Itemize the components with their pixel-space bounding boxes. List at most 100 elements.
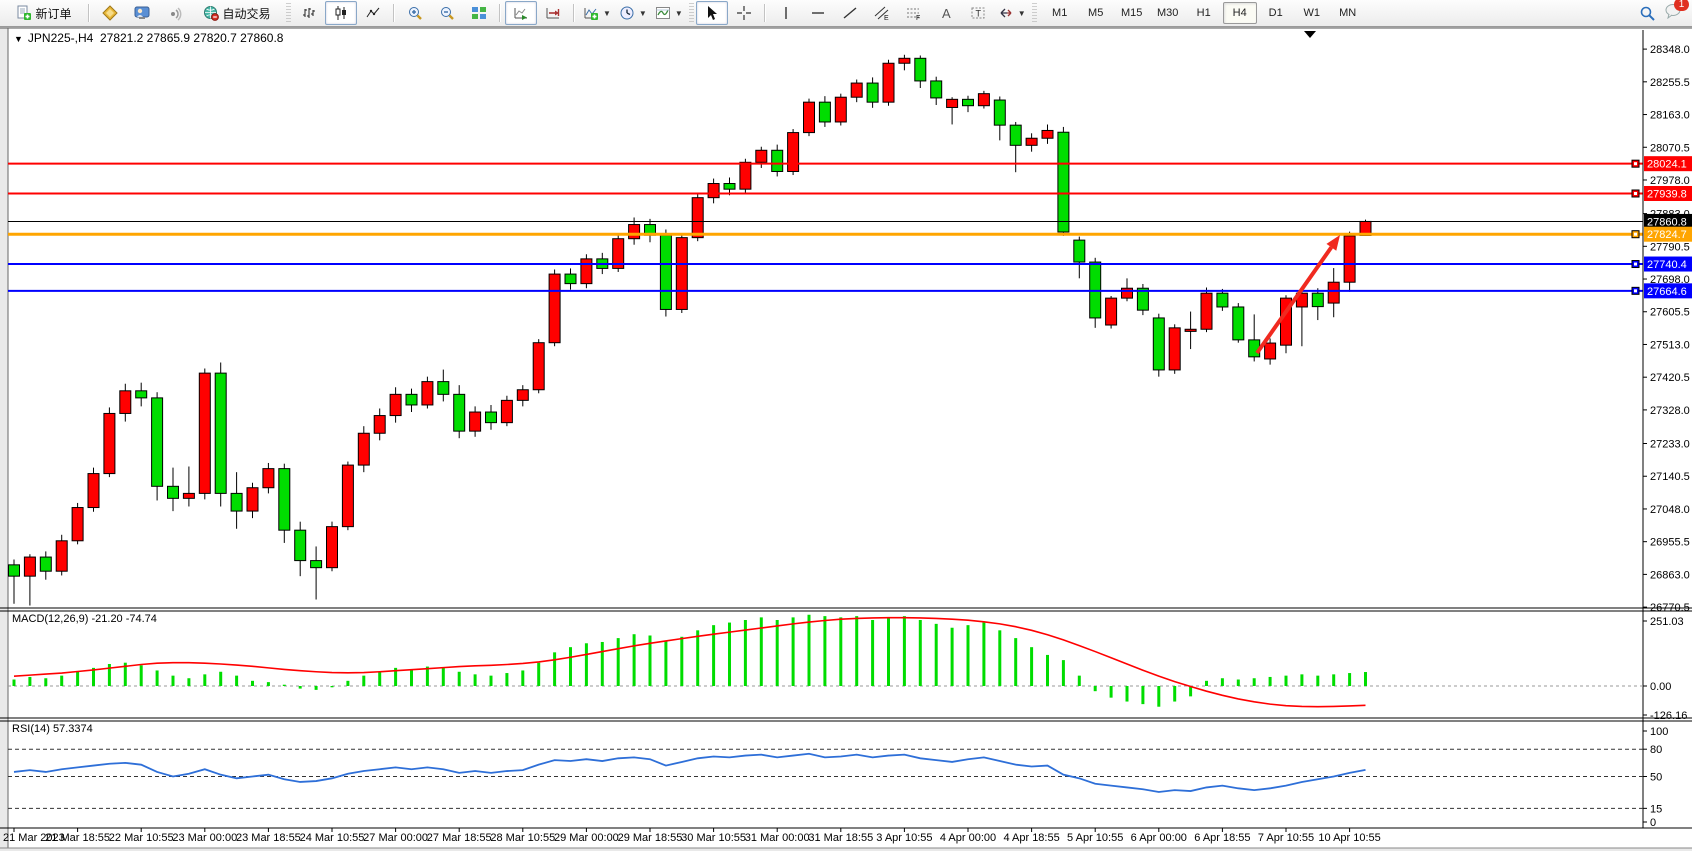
svg-text:15: 15 [1650, 803, 1662, 815]
horizontal-line-tool[interactable] [802, 1, 834, 25]
svg-text:31 Mar 00:00: 31 Mar 00:00 [745, 832, 810, 844]
label-tool[interactable]: T [962, 1, 994, 25]
crosshair-icon [736, 5, 752, 21]
auto-trading-button[interactable]: 自动交易 [190, 1, 284, 25]
svg-text:26770.5: 26770.5 [1650, 602, 1690, 614]
signal-icon [166, 5, 182, 21]
svg-text:27790.5: 27790.5 [1650, 241, 1690, 253]
svg-text:23 Mar 00:00: 23 Mar 00:00 [172, 832, 237, 844]
auto-scroll-button[interactable] [505, 1, 537, 25]
macd-indicator-label: MACD(12,26,9) -21.20 -74.74 [12, 613, 157, 625]
toolbar: 新订单 自动交易 ▼ ▼ ▼ E F A T ▼ M1M5M15M30H1H4D… [0, 0, 1692, 27]
svg-text:4 Apr 18:55: 4 Apr 18:55 [1003, 832, 1059, 844]
line-chart-button[interactable] [357, 1, 389, 25]
svg-text:27233.0: 27233.0 [1650, 439, 1690, 451]
svg-text:27978.0: 27978.0 [1650, 175, 1690, 187]
periods-button[interactable]: ▼ [615, 1, 651, 25]
timeframe-d1[interactable]: D1 [1259, 2, 1293, 24]
timeframe-mn[interactable]: MN [1331, 2, 1365, 24]
separator [88, 4, 90, 22]
candlestick-chart-button[interactable] [325, 1, 357, 25]
rsi-indicator-label: RSI(14) 57.3374 [12, 723, 93, 735]
dropdown-caret: ▼ [675, 9, 683, 18]
separator [764, 4, 766, 22]
new-order-icon [16, 5, 32, 21]
signal-button[interactable] [158, 1, 190, 25]
auto-scroll-icon [513, 5, 529, 21]
chart-shift-button[interactable] [537, 1, 569, 25]
indicators-button[interactable]: ▼ [579, 1, 615, 25]
svg-text:27605.5: 27605.5 [1650, 307, 1690, 319]
metaeditor-button[interactable] [126, 1, 158, 25]
svg-text:28255.5: 28255.5 [1650, 77, 1690, 89]
timeframe-m5[interactable]: M5 [1079, 2, 1113, 24]
arrows-tool[interactable]: ▼ [994, 1, 1030, 25]
timeframe-h1[interactable]: H1 [1187, 2, 1221, 24]
svg-text:28 Mar 10:55: 28 Mar 10:55 [490, 832, 555, 844]
svg-text:21 Mar 18:55: 21 Mar 18:55 [45, 832, 110, 844]
svg-text:4 Apr 00:00: 4 Apr 00:00 [940, 832, 996, 844]
svg-text:30 Mar 10:55: 30 Mar 10:55 [681, 832, 746, 844]
notification-badge: 1 [1674, 0, 1689, 11]
chart-shift-icon [545, 5, 561, 21]
timeframe-m15[interactable]: M15 [1115, 2, 1149, 24]
timeframe-m1[interactable]: M1 [1043, 2, 1077, 24]
market-watch-button[interactable] [94, 1, 126, 25]
new-order-button[interactable]: 新订单 [4, 1, 84, 25]
toolbar-grip [689, 3, 694, 23]
svg-text:26955.5: 26955.5 [1650, 537, 1690, 549]
timeframe-h4[interactable]: H4 [1223, 2, 1257, 24]
svg-text:-126.16: -126.16 [1650, 710, 1687, 722]
zoom-in-button[interactable] [399, 1, 431, 25]
tile-windows-button[interactable] [463, 1, 495, 25]
search-icon[interactable] [1639, 5, 1656, 22]
arrows-tool-icon [998, 5, 1014, 21]
svg-text:100: 100 [1650, 726, 1668, 738]
symbol-dropdown-icon[interactable]: ▼ [14, 34, 23, 44]
indicators-icon [583, 5, 599, 21]
trendline-tool[interactable] [834, 1, 866, 25]
timeframe-m30[interactable]: M30 [1151, 2, 1185, 24]
price-line-badge: 27664.6 [1647, 286, 1687, 298]
toolbar-right: 1 [1639, 2, 1692, 24]
svg-text:22 Mar 10:55: 22 Mar 10:55 [109, 832, 174, 844]
svg-text:27883.0: 27883.0 [1650, 209, 1690, 221]
bar-chart-button[interactable] [293, 1, 325, 25]
dropdown-caret: ▼ [639, 9, 647, 18]
line-chart-icon [365, 5, 381, 21]
svg-text:5 Apr 10:55: 5 Apr 10:55 [1067, 832, 1123, 844]
separator [573, 4, 575, 22]
separator [393, 4, 395, 22]
auto-trading-icon [203, 5, 219, 21]
auto-trading-label: 自动交易 [222, 5, 270, 22]
text-tool[interactable]: A [930, 1, 962, 25]
svg-text:6 Apr 18:55: 6 Apr 18:55 [1194, 832, 1250, 844]
cursor-button[interactable] [696, 1, 728, 25]
chart-title: ▼JPN225-,H4 27821.2 27865.9 27820.7 2786… [14, 31, 283, 45]
symbol-period-label: JPN225-,H4 [28, 31, 93, 45]
price-line-badge: 27740.4 [1647, 259, 1687, 271]
templates-button[interactable]: ▼ [651, 1, 687, 25]
notifications-button[interactable]: 1 [1664, 2, 1682, 24]
svg-text:27328.0: 27328.0 [1650, 405, 1690, 417]
zoom-out-button[interactable] [431, 1, 463, 25]
label-tool-icon: T [970, 5, 986, 21]
svg-text:29 Mar 00:00: 29 Mar 00:00 [554, 832, 619, 844]
horizontal-line-icon [810, 5, 826, 21]
fibonacci-tool[interactable]: F [898, 1, 930, 25]
timeframe-w1[interactable]: W1 [1295, 2, 1329, 24]
fibonacci-icon: F [906, 5, 922, 21]
clock-icon [619, 5, 635, 21]
cursor-icon [704, 5, 720, 21]
dropdown-caret: ▼ [1018, 9, 1026, 18]
new-order-label: 新订单 [35, 5, 71, 22]
zoom-in-icon [407, 5, 423, 21]
chart-canvas[interactable]: 28024.127939.827860.827824.727740.427664… [0, 27, 1692, 851]
vertical-line-tool[interactable] [770, 1, 802, 25]
channel-icon: E [874, 5, 890, 21]
svg-text:27698.0: 27698.0 [1650, 274, 1690, 286]
channel-tool[interactable]: E [866, 1, 898, 25]
trendline-icon [842, 5, 858, 21]
bar-chart-icon [301, 5, 317, 21]
crosshair-button[interactable] [728, 1, 760, 25]
